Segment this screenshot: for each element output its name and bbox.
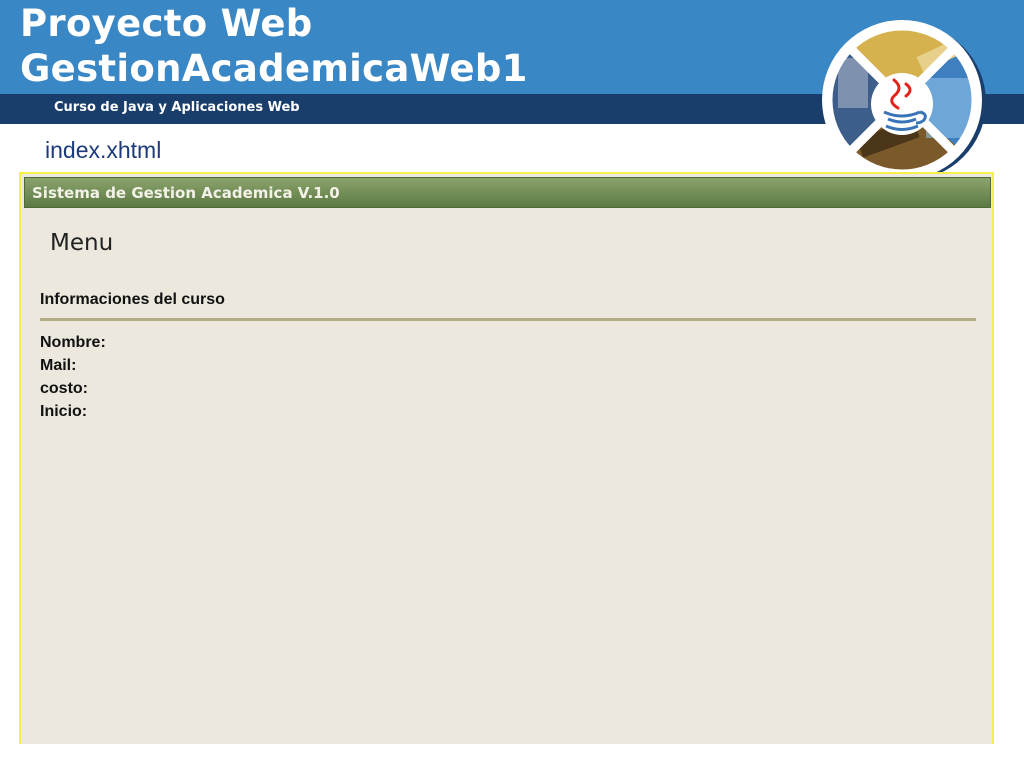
field-costo-label: costo: [40,380,88,397]
course-fields: Nombre: Mail: costo: Inicio: [40,333,106,425]
field-nombre-label: Nombre: [40,334,106,351]
page-title: Proyecto Web GestionAcademicaWeb1 [20,1,528,91]
section-divider [40,318,976,321]
title-line-1: Proyecto Web [20,2,313,45]
app-screenshot: Sistema de Gestion Academica V.1.0 Menu … [19,172,994,744]
java-logo-icon [822,20,986,178]
field-mail-label: Mail: [40,357,77,374]
course-subtitle: Curso de Java y Aplicaciones Web [54,100,300,115]
file-name-label: index.xhtml [45,137,162,163]
menu-label[interactable]: Menu [50,230,113,256]
app-title: Sistema de Gestion Academica V.1.0 [32,184,340,202]
section-title: Informaciones del curso [40,291,225,308]
field-inicio-label: Inicio: [40,403,88,420]
title-line-2: GestionAcademicaWeb1 [20,47,528,90]
app-title-bar: Sistema de Gestion Academica V.1.0 [24,177,991,208]
